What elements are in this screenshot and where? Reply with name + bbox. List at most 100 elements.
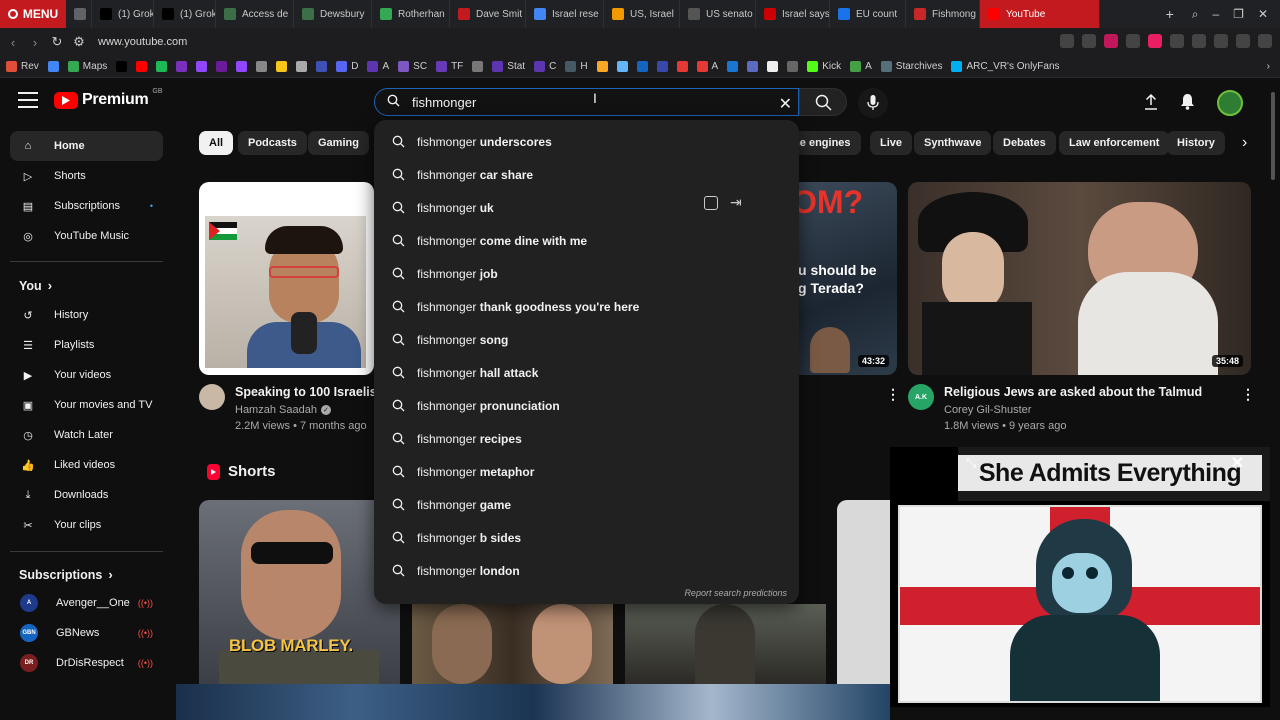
heart-icon[interactable]: [1148, 34, 1162, 48]
bookmark-item[interactable]: [656, 61, 668, 72]
video-title-1[interactable]: Speaking to 100 Israelis a: [235, 385, 374, 399]
search-input[interactable]: [410, 93, 750, 111]
copy-link-icon[interactable]: [704, 196, 718, 210]
tab-4[interactable]: Dewsbury: [294, 0, 372, 28]
search-tabs-icon[interactable]: ⌕: [1192, 7, 1199, 22]
short-1[interactable]: BLOB MARLEY.: [199, 500, 400, 684]
chip-podcasts[interactable]: Podcasts: [238, 131, 307, 155]
back-icon[interactable]: ‹: [2, 35, 24, 50]
bookmark-item[interactable]: Kick: [807, 61, 841, 72]
sidebar-item-home[interactable]: ⌂ Home: [10, 131, 163, 161]
search-suggestion[interactable]: fishmonger recipes: [374, 422, 799, 455]
bookmark-item[interactable]: A: [367, 61, 389, 72]
sidebar-item-history[interactable]: ↺ History: [10, 300, 163, 330]
bookmarks-overflow-icon[interactable]: ›: [1267, 61, 1270, 72]
tab-13[interactable]: YouTube: [980, 0, 1100, 28]
video-thumbnail-1[interactable]: [199, 182, 374, 375]
bookmark-item[interactable]: [276, 61, 288, 72]
report-search-predictions-link[interactable]: Report search predictions: [684, 588, 787, 598]
chip-live[interactable]: Live: [870, 131, 913, 155]
short-2[interactable]: [412, 604, 613, 684]
video-more-icon-3[interactable]: ⋮: [1241, 386, 1255, 403]
bookmark-item[interactable]: [316, 61, 328, 72]
tab-0[interactable]: [66, 0, 92, 28]
notifications-bell-icon[interactable]: [1180, 93, 1195, 113]
sidebar-subscriptions-heading[interactable]: Subscriptions ›: [19, 567, 113, 582]
tab-10[interactable]: Israel says: [756, 0, 830, 28]
shield-icon[interactable]: [1104, 34, 1118, 48]
bookmark-item[interactable]: [767, 61, 779, 72]
tab-9[interactable]: US senato: [680, 0, 756, 28]
tab-1[interactable]: (1) Grok /: [92, 0, 154, 28]
minimize-icon[interactable]: –: [1212, 7, 1219, 22]
bookmark-item[interactable]: [256, 61, 268, 72]
tab-5[interactable]: Rotherhan: [372, 0, 450, 28]
tab-11[interactable]: EU count: [830, 0, 906, 28]
reload-icon[interactable]: ↻: [46, 34, 68, 50]
clear-search-icon[interactable]: ✕: [779, 94, 792, 114]
sidebar-item-your-videos[interactable]: ▶ Your videos: [10, 360, 163, 390]
bookmark-item[interactable]: Maps: [67, 61, 107, 72]
search-suggestion[interactable]: fishmonger come dine with me: [374, 224, 799, 257]
bookmark-item[interactable]: [747, 61, 759, 72]
bookmark-item[interactable]: [156, 61, 168, 72]
sidebar-item-subscriptions[interactable]: ▤ Subscriptions •: [10, 191, 163, 221]
search-suggestion[interactable]: fishmonger b sides: [374, 521, 799, 554]
expand-icon[interactable]: ⤡: [966, 455, 976, 471]
sidebar-item-shorts[interactable]: ▷ Shorts: [10, 161, 163, 191]
new-tab-button[interactable]: +: [1160, 6, 1180, 22]
video-more-icon-2[interactable]: ⋮: [886, 386, 900, 403]
bookmark-item[interactable]: [616, 61, 628, 72]
short-3[interactable]: [625, 604, 826, 684]
bookmark-item[interactable]: [296, 61, 308, 72]
upload-icon[interactable]: [1144, 93, 1158, 113]
chip-gaming[interactable]: Gaming: [308, 131, 369, 155]
search-suggestion[interactable]: fishmonger game: [374, 488, 799, 521]
chips-next-icon[interactable]: ›: [1242, 134, 1247, 152]
bookmark-icon[interactable]: [1170, 34, 1184, 48]
insert-suggestion-icon[interactable]: ⇥: [730, 194, 742, 211]
video-channel-1[interactable]: Hamzah Saadah ✓: [235, 404, 331, 416]
sidebar-item-liked-videos[interactable]: 👍 Liked videos: [10, 450, 163, 480]
account-avatar[interactable]: [1217, 90, 1243, 116]
bookmark-item[interactable]: A: [696, 61, 718, 72]
search-suggestion[interactable]: fishmonger car share: [374, 158, 799, 191]
mini-player[interactable]: She Admits Everything ⤡ ✕: [890, 447, 1270, 707]
channel-avatar-corey[interactable]: A.K: [908, 384, 934, 410]
bookmark-item[interactable]: [216, 61, 228, 72]
bookmark-item[interactable]: [727, 61, 739, 72]
bookmark-item[interactable]: Stat: [492, 61, 525, 72]
sidebar-item-your-movies-and-tv[interactable]: ▣ Your movies and TV: [10, 390, 163, 420]
site-info-icon[interactable]: ⚙: [68, 34, 90, 50]
search-suggestion[interactable]: fishmonger underscores: [374, 125, 799, 158]
channel-avatar-hamzah[interactable]: [199, 384, 225, 410]
tab-2[interactable]: (1) Grok /: [154, 0, 216, 28]
bookmark-item[interactable]: [176, 61, 188, 72]
search-suggestion[interactable]: fishmonger thank goodness you're here: [374, 290, 799, 323]
puzzle-icon[interactable]: [1192, 34, 1206, 48]
bookmark-item[interactable]: SC: [398, 61, 427, 72]
sidebar-item-youtube-music[interactable]: ◎ YouTube Music: [10, 221, 163, 251]
page-scrollbar[interactable]: [1271, 92, 1275, 180]
short-4[interactable]: [837, 500, 897, 684]
bookmark-item[interactable]: [236, 61, 248, 72]
browser-menu-button[interactable]: MENU: [0, 0, 66, 28]
snapshot-icon[interactable]: [1060, 34, 1074, 48]
bookmark-item[interactable]: C: [534, 61, 556, 72]
video-thumbnail-3[interactable]: 35:48: [908, 182, 1251, 375]
search-suggestion[interactable]: fishmonger job: [374, 257, 799, 290]
chip-all[interactable]: All: [199, 131, 234, 155]
search-suggestion[interactable]: fishmonger hall attack: [374, 356, 799, 389]
bookmark-item[interactable]: H: [565, 61, 588, 72]
bookmark-item[interactable]: A: [850, 61, 872, 72]
sidebar-you-heading[interactable]: You ›: [19, 278, 52, 293]
bookmark-item[interactable]: [196, 61, 208, 72]
hamburger-menu-icon[interactable]: [18, 92, 38, 108]
tab-3[interactable]: Access de: [216, 0, 294, 28]
search-suggestion[interactable]: fishmonger song: [374, 323, 799, 356]
bookmark-item[interactable]: [676, 61, 688, 72]
search-suggestion[interactable]: fishmonger london: [374, 554, 799, 587]
bookmark-item[interactable]: [787, 61, 799, 72]
sidebar-sub-2[interactable]: DR DrDisRespect ((•)): [10, 648, 163, 678]
sidebar-sub-0[interactable]: A Avenger__One ((•)): [10, 588, 163, 618]
